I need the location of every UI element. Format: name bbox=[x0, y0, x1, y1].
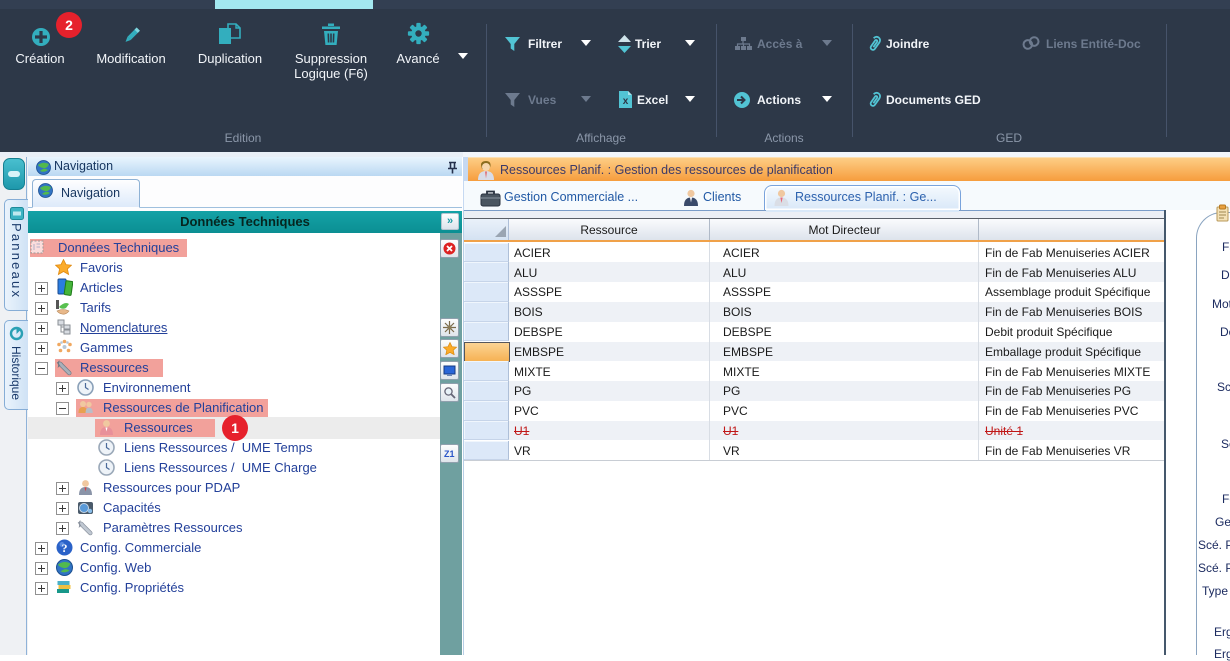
svg-text:Z1: Z1 bbox=[444, 449, 455, 459]
svg-text:x: x bbox=[623, 96, 629, 107]
svg-text:?: ? bbox=[62, 541, 68, 555]
